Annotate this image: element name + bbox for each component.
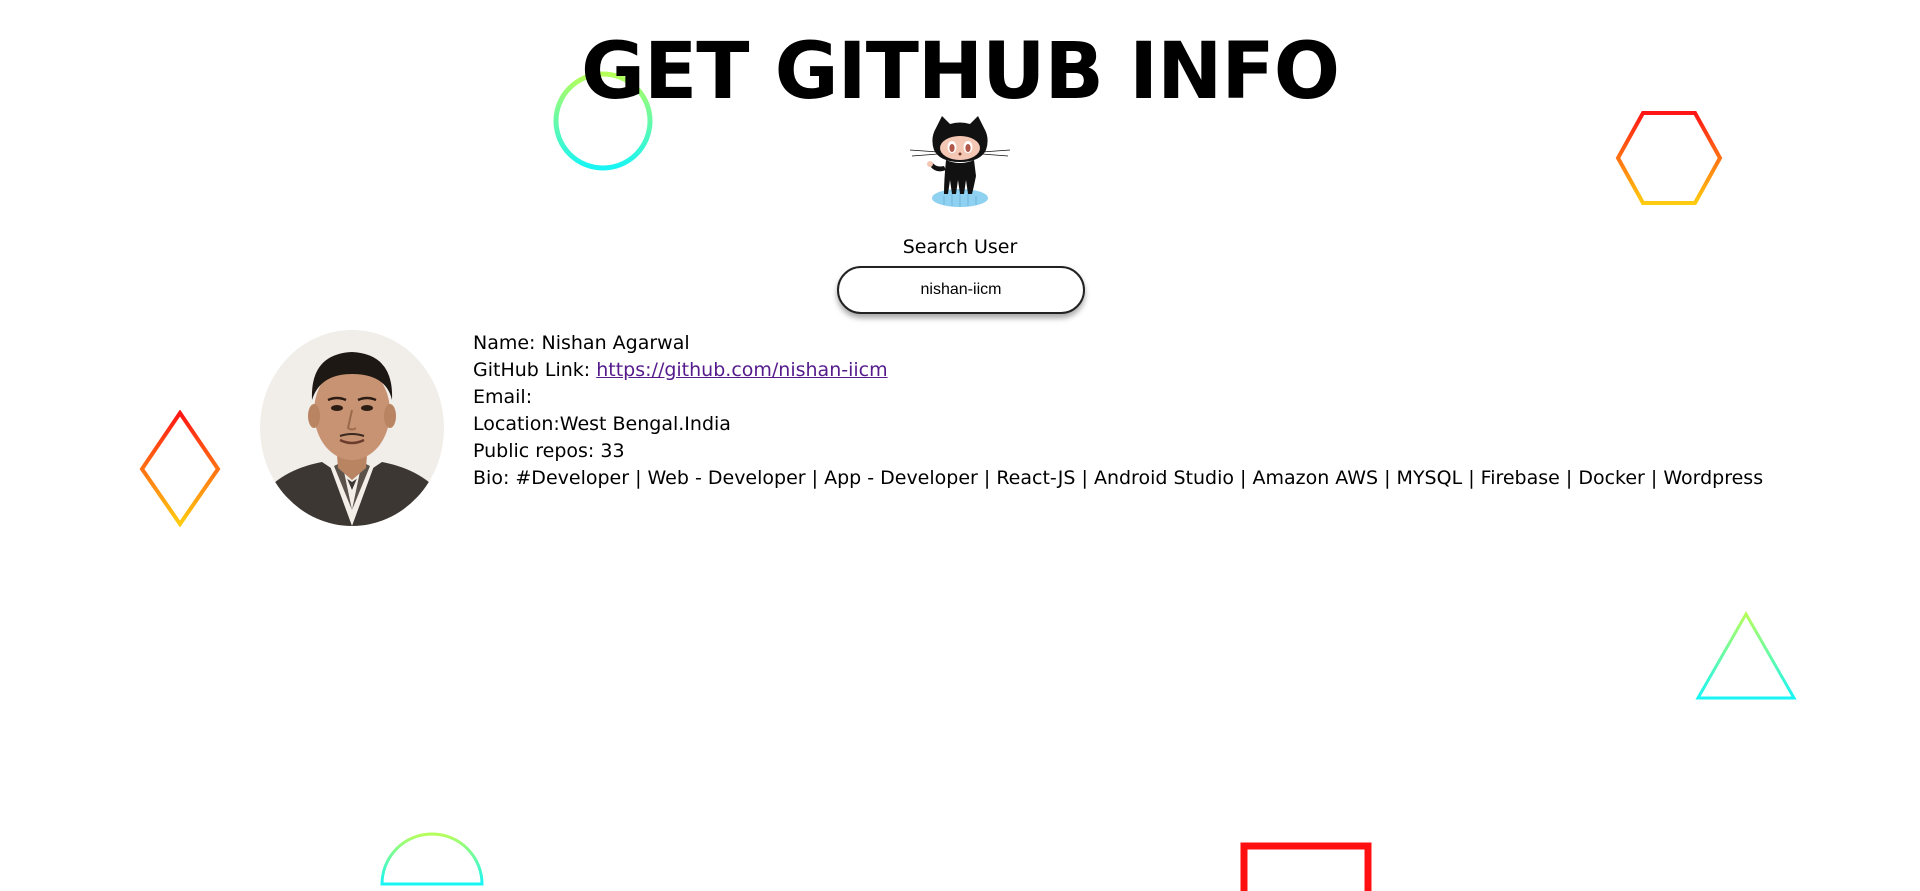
repos-label: Public repos: [473,440,601,462]
search-input[interactable] [837,266,1085,314]
github-link-row: GitHub Link: https://github.com/nishan-i… [473,357,1763,384]
user-info: Name: Nishan Agarwal GitHub Link: https:… [473,330,1763,492]
location-label: Location: [473,413,560,435]
semicircle-shape [380,832,484,886]
page-title: GET GITHUB INFO [580,27,1340,117]
email-label: Email: [473,386,533,408]
name-row: Name: Nishan Agarwal [473,330,1763,357]
triangle-shape [1695,610,1797,700]
octocat-icon [909,116,1011,207]
github-link[interactable]: https://github.com/nishan-iicm [596,359,887,381]
search-label: Search User [902,236,1018,258]
bio-label: Bio: [473,467,516,489]
bio-value: #Developer | Web - Developer | App - Dev… [515,467,1764,489]
avatar [260,330,444,526]
name-value: Nishan Agarwal [541,332,690,354]
location-row: Location:West Bengal.India [473,411,1763,438]
repos-row: Public repos: 33 [473,438,1763,465]
github-link-label: GitHub Link: [473,359,597,381]
diamond-shape [139,410,221,528]
hexagon-shape [1615,111,1723,205]
location-value: West Bengal.India [559,413,731,435]
email-row: Email: [473,384,1763,411]
repos-value: 33 [600,440,625,462]
name-label: Name: [473,332,542,354]
square-shape [1240,842,1372,891]
page: GET GITHUB INFO Search User nishan-iicm … [0,0,1920,891]
bio-row: Bio: #Developer | Web - Developer | App … [473,465,1763,492]
